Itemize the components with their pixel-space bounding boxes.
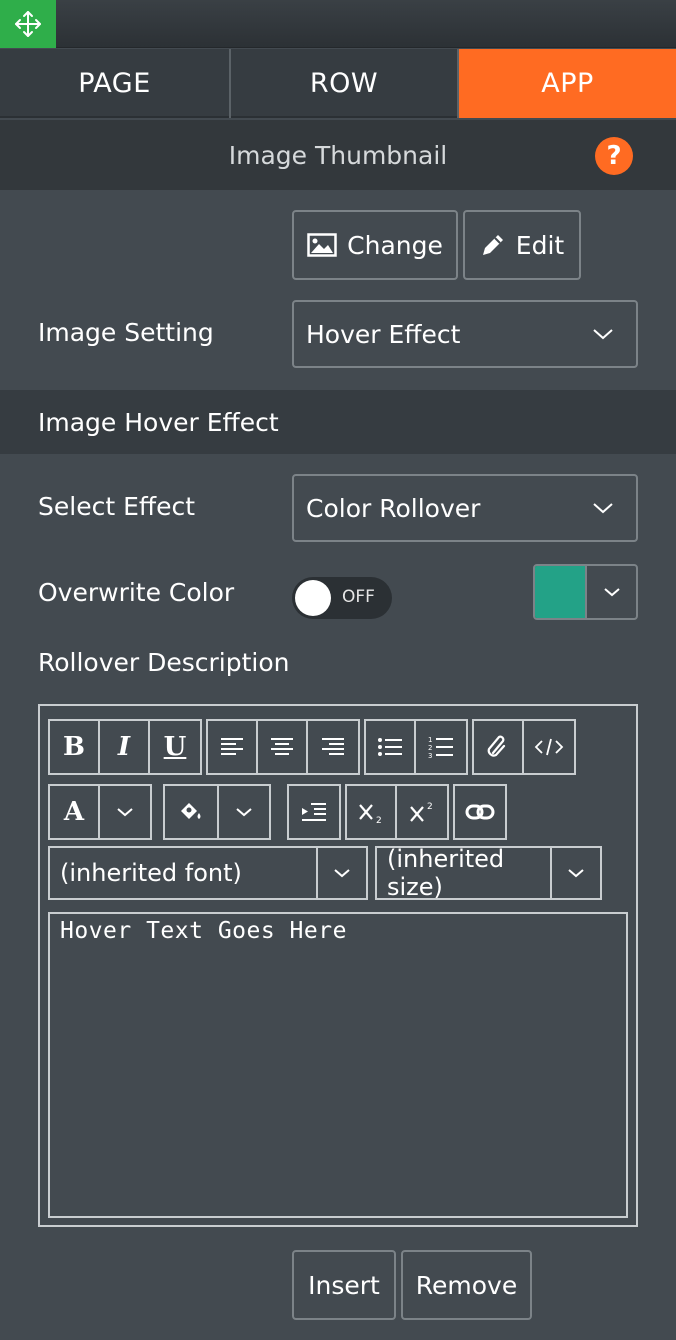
- numbered-list-icon: 123: [428, 736, 453, 759]
- remove-button[interactable]: Remove: [401, 1250, 532, 1320]
- top-bar: [0, 0, 676, 48]
- image-icon: [307, 233, 337, 257]
- background-color-button[interactable]: [165, 786, 219, 838]
- bold-button[interactable]: B: [50, 721, 100, 773]
- rollover-description-label: Rollover Description: [38, 648, 290, 677]
- font-size-value: (inherited size): [387, 845, 505, 901]
- background-color-group: [163, 784, 271, 840]
- overwrite-color-label: Overwrite Color: [38, 578, 235, 607]
- paperclip-icon: [487, 735, 506, 757]
- rollover-text-area[interactable]: Hover Text Goes Here: [48, 912, 628, 1218]
- paint-bucket-icon: [181, 803, 201, 819]
- insert-button[interactable]: Insert: [292, 1250, 396, 1320]
- image-setting-value: Hover Effect: [306, 319, 461, 349]
- align-right-button[interactable]: [308, 721, 358, 773]
- font-size-dropdown[interactable]: [550, 848, 600, 898]
- chevron-down-icon: [568, 869, 584, 878]
- format-group: B I U: [48, 719, 202, 775]
- tab-app[interactable]: APP: [459, 49, 676, 118]
- align-group: [206, 719, 360, 775]
- subscript-icon: 2: [359, 804, 382, 824]
- text-color-icon: A: [63, 797, 85, 827]
- indent-group: [287, 784, 341, 840]
- select-effect-label: Select Effect: [38, 492, 196, 521]
- tab-row[interactable]: ROW: [231, 49, 459, 118]
- move-handle[interactable]: [0, 0, 56, 48]
- chevron-down-icon: [334, 869, 350, 878]
- pencil-icon: [482, 235, 503, 255]
- background-color-dropdown[interactable]: [219, 786, 269, 838]
- tab-page[interactable]: PAGE: [0, 49, 231, 118]
- superscript-icon: 2: [410, 802, 433, 822]
- help-icon[interactable]: ?: [595, 137, 633, 175]
- color-picker[interactable]: [533, 564, 638, 620]
- align-center-button[interactable]: [258, 721, 308, 773]
- chevron-down-icon: [603, 588, 620, 597]
- chevron-down-icon: [236, 808, 252, 817]
- svg-text:2: 2: [427, 802, 433, 812]
- text-color-button[interactable]: A: [50, 786, 100, 838]
- italic-icon: I: [117, 732, 131, 762]
- tab-bar: PAGE ROW APP: [0, 49, 676, 118]
- toggle-knob: [295, 580, 331, 616]
- svg-text:1: 1: [428, 736, 432, 744]
- edit-image-button[interactable]: Edit: [463, 210, 581, 280]
- color-swatch[interactable]: [535, 566, 587, 618]
- align-left-button[interactable]: [208, 721, 258, 773]
- indent-button[interactable]: [289, 786, 339, 838]
- code-icon: [534, 738, 564, 756]
- insert-group: [472, 719, 576, 775]
- align-center-icon: [271, 738, 293, 755]
- move-icon: [15, 11, 41, 37]
- chevron-down-icon: [593, 329, 613, 340]
- select-effect-select[interactable]: Color Rollover: [292, 474, 638, 542]
- image-setting-label: Image Setting: [38, 318, 214, 347]
- bullet-list-icon: [378, 738, 402, 756]
- subscript-button[interactable]: 2: [347, 786, 397, 838]
- link-group: [453, 784, 507, 840]
- source-code-button[interactable]: [524, 721, 574, 773]
- numbered-list-button[interactable]: 123: [416, 721, 466, 773]
- change-label: Change: [347, 230, 443, 260]
- underline-button[interactable]: U: [150, 721, 200, 773]
- font-family-dropdown[interactable]: [316, 848, 366, 898]
- svg-text:3: 3: [428, 752, 432, 759]
- image-setting-select[interactable]: Hover Effect: [292, 300, 638, 368]
- font-size-select[interactable]: (inherited size): [375, 845, 602, 901]
- panel-title: Image Thumbnail: [0, 120, 676, 190]
- script-group: 2 2: [345, 784, 449, 840]
- font-family-select[interactable]: (inherited font): [48, 846, 368, 900]
- bullet-list-button[interactable]: [366, 721, 416, 773]
- bold-icon: B: [63, 732, 85, 762]
- chevron-down-icon: [117, 808, 133, 817]
- link-icon: [465, 804, 495, 820]
- font-family-value: (inherited font): [60, 859, 242, 887]
- color-dropdown[interactable]: [587, 566, 636, 618]
- text-color-dropdown[interactable]: [100, 786, 150, 838]
- align-left-icon: [221, 738, 243, 755]
- select-effect-value: Color Rollover: [306, 493, 481, 523]
- chevron-down-icon: [593, 503, 613, 514]
- attachment-button[interactable]: [474, 721, 524, 773]
- underline-icon: U: [163, 732, 187, 762]
- svg-text:2: 2: [428, 744, 432, 752]
- indent-icon: [302, 803, 326, 821]
- hover-section-header: Image Hover Effect: [0, 390, 676, 454]
- italic-button[interactable]: I: [100, 721, 150, 773]
- superscript-button[interactable]: 2: [397, 786, 447, 838]
- change-image-button[interactable]: Change: [292, 210, 458, 280]
- svg-text:2: 2: [376, 816, 382, 824]
- insert-link-button[interactable]: [455, 786, 505, 838]
- toggle-text: OFF: [342, 587, 375, 607]
- list-group: 123: [364, 719, 468, 775]
- text-color-group: A: [48, 784, 152, 840]
- edit-label: Edit: [515, 230, 565, 260]
- align-right-icon: [322, 738, 344, 755]
- overwrite-color-toggle[interactable]: OFF: [292, 577, 392, 619]
